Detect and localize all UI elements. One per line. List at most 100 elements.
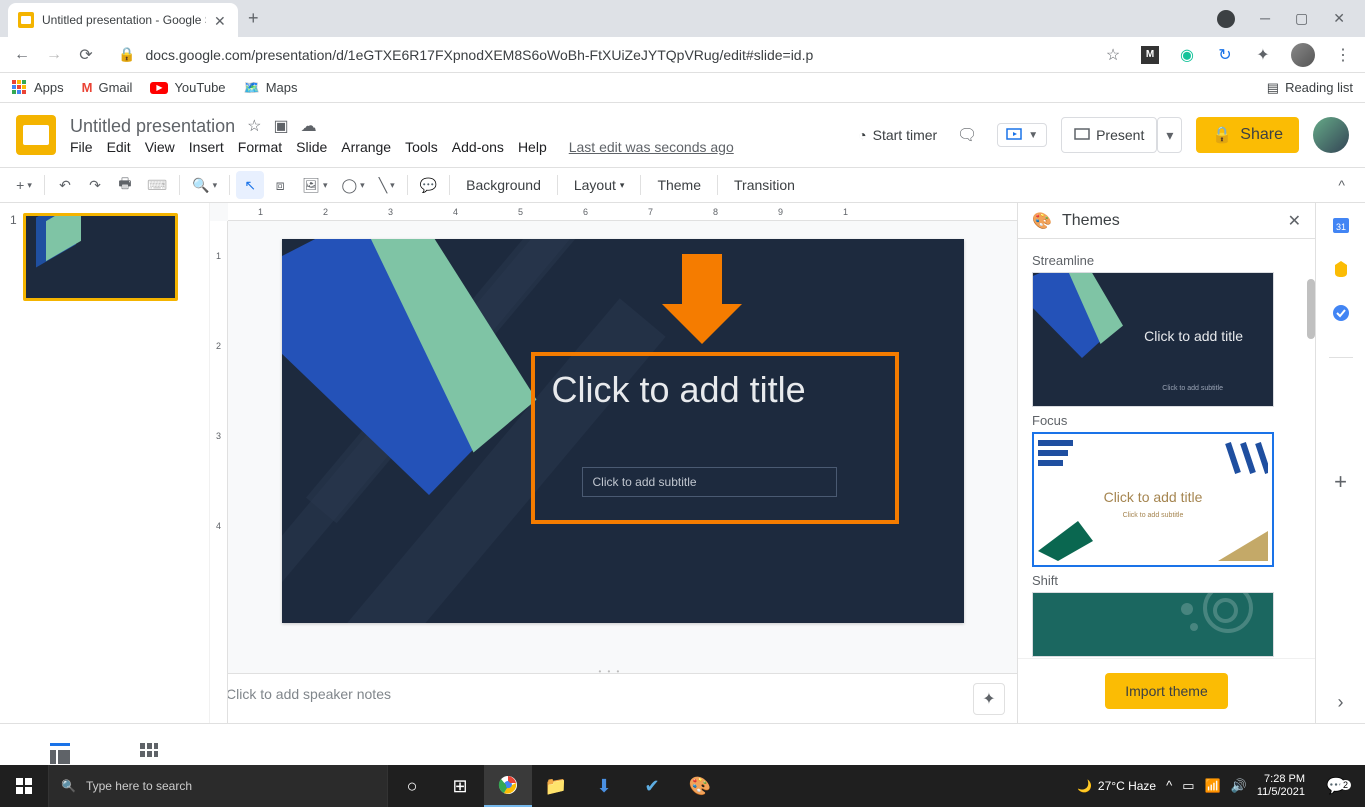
account-icon[interactable] (1217, 10, 1235, 28)
task-view-icon[interactable]: ⊞ (436, 765, 484, 807)
taskbar-clock[interactable]: 7:28 PM 11/5/2021 (1257, 773, 1305, 799)
slide-thumbnail[interactable] (23, 213, 178, 301)
new-slide-button[interactable]: +▾ (10, 171, 38, 199)
start-button[interactable] (0, 765, 48, 807)
close-panel-icon[interactable]: ✕ (1288, 211, 1301, 231)
start-timer-button[interactable]: ◔ Start timer (858, 127, 937, 143)
line-tool[interactable]: ╲▾ (373, 171, 401, 199)
tasks-icon[interactable] (1331, 303, 1351, 323)
splitter-handle[interactable]: • • • (210, 665, 1017, 673)
youtube-bookmark[interactable]: ▶ YouTube (150, 80, 225, 95)
menu-addons[interactable]: Add-ons (452, 139, 504, 155)
cloud-status-icon[interactable]: ☁ (301, 116, 317, 136)
ext-gmail-icon[interactable]: M (1141, 46, 1159, 64)
textbox-tool[interactable]: ⧈ (266, 171, 294, 199)
new-tab-button[interactable]: + (248, 8, 259, 29)
menu-help[interactable]: Help (518, 139, 547, 155)
menu-file[interactable]: File (70, 139, 93, 155)
hide-side-panel-icon[interactable]: › (1338, 692, 1344, 713)
present-button[interactable]: Present (1061, 117, 1157, 153)
explorer-taskbar-icon[interactable]: 📁 (532, 765, 580, 807)
import-theme-button[interactable]: Import theme (1105, 673, 1227, 709)
close-icon[interactable]: ✕ (214, 13, 228, 27)
maximize-icon[interactable]: ▢ (1295, 10, 1308, 28)
close-window-icon[interactable]: ✕ (1333, 10, 1345, 28)
comments-icon[interactable]: 🗨 (951, 119, 983, 151)
menu-arrange[interactable]: Arrange (341, 139, 391, 155)
minimize-icon[interactable]: ─ (1260, 10, 1270, 28)
collapse-toolbar-icon[interactable]: ^ (1328, 177, 1355, 193)
keep-icon[interactable] (1331, 259, 1351, 279)
star-icon[interactable]: ☆ (1103, 45, 1123, 65)
extensions-icon[interactable]: ✦ (1253, 45, 1273, 65)
weather-widget[interactable]: 🌙 27°C Haze (1077, 779, 1156, 793)
doc-title[interactable]: Untitled presentation (70, 116, 235, 137)
ext-clock-icon[interactable]: ↻ (1215, 45, 1235, 65)
slideshow-button[interactable]: ▼ (997, 123, 1047, 147)
chrome-taskbar-icon[interactable] (484, 765, 532, 807)
paint-taskbar-icon[interactable]: 🎨 (676, 765, 724, 807)
tray-chevron-icon[interactable]: ^ (1166, 778, 1172, 794)
browser-tab[interactable]: Untitled presentation - Google S ✕ (8, 3, 238, 37)
notifications-icon[interactable]: 💬2 (1315, 776, 1357, 796)
menu-insert[interactable]: Insert (189, 139, 224, 155)
zoom-button[interactable]: 🔍▾ (186, 171, 223, 199)
theme-button[interactable]: Theme (647, 171, 711, 199)
last-edit-link[interactable]: Last edit was seconds ago (569, 139, 734, 155)
move-doc-icon[interactable]: ▣ (273, 116, 288, 136)
grid-view-tab[interactable] (140, 743, 160, 757)
chrome-menu-icon[interactable]: ⋮ (1333, 45, 1353, 65)
battery-icon[interactable]: ▭ (1182, 778, 1194, 794)
layout-button[interactable]: Layout▾ (564, 171, 635, 199)
star-doc-icon[interactable]: ☆ (247, 116, 261, 136)
menu-tools[interactable]: Tools (405, 139, 438, 155)
image-tool[interactable]: 🖼▾ (296, 171, 333, 199)
explore-button[interactable]: ✦ (973, 683, 1005, 715)
paint-format-button[interactable]: ⌨ (141, 171, 173, 199)
wifi-icon[interactable]: 📶 (1205, 778, 1221, 794)
menu-format[interactable]: Format (238, 139, 282, 155)
scrollbar[interactable] (1307, 279, 1315, 339)
ext-grammarly-icon[interactable]: ◉ (1177, 45, 1197, 65)
theme-card-streamline[interactable]: Click to add title Click to add subtitle (1032, 272, 1274, 407)
cortana-icon[interactable]: ○ (388, 765, 436, 807)
present-dropdown[interactable]: ▾ (1157, 117, 1182, 153)
shape-tool[interactable]: ◯▾ (336, 171, 371, 199)
reading-list-button[interactable]: ▤ Reading list (1267, 80, 1353, 96)
gmail-bookmark[interactable]: M Gmail (82, 80, 133, 95)
slides-logo-icon[interactable] (16, 115, 56, 155)
theme-card-shift[interactable] (1032, 592, 1274, 657)
redo-button[interactable]: ↷ (81, 171, 109, 199)
forward-icon[interactable]: → (44, 46, 64, 64)
search-icon: 🔍 (61, 779, 76, 793)
comment-button[interactable]: 💬 (414, 171, 443, 199)
speaker-notes[interactable]: Click to add speaker notes (210, 673, 1017, 723)
todo-taskbar-icon[interactable]: ✔ (628, 765, 676, 807)
menu-edit[interactable]: Edit (107, 139, 131, 155)
apps-shortcut[interactable]: Apps (12, 80, 64, 96)
share-button[interactable]: 🔒 Share (1196, 117, 1299, 153)
undo-button[interactable]: ↶ (51, 171, 79, 199)
url-field[interactable]: 🔒 docs.google.com/presentation/d/1eGTXE6… (108, 46, 1091, 63)
subtitle-placeholder[interactable]: Click to add subtitle (582, 467, 837, 497)
background-button[interactable]: Background (456, 171, 551, 199)
menu-view[interactable]: View (145, 139, 175, 155)
app-taskbar-icon[interactable]: ⬇ (580, 765, 628, 807)
add-addon-button[interactable]: + (1334, 469, 1347, 495)
user-avatar[interactable] (1313, 117, 1349, 153)
slide-canvas[interactable]: Click to add title Click to add subtitle (282, 239, 964, 623)
calendar-icon[interactable]: 31 (1331, 215, 1351, 235)
print-button[interactable]: 🖶 (111, 171, 139, 199)
maps-bookmark[interactable]: 🗺️ Maps (244, 80, 298, 96)
taskbar-search[interactable]: 🔍 Type here to search (48, 765, 388, 807)
reload-icon[interactable]: ⟳ (76, 45, 96, 65)
title-placeholder[interactable]: Click to add title (552, 369, 806, 411)
sound-icon[interactable]: 🔊 (1231, 778, 1247, 794)
profile-avatar[interactable] (1291, 43, 1315, 67)
select-tool[interactable]: ↖ (236, 171, 264, 199)
back-icon[interactable]: ← (12, 46, 32, 64)
menu-slide[interactable]: Slide (296, 139, 327, 155)
filmstrip-view-tab[interactable] (50, 743, 70, 757)
transition-button[interactable]: Transition (724, 171, 805, 199)
theme-card-focus[interactable]: Click to add title Click to add subtitle (1032, 432, 1274, 567)
